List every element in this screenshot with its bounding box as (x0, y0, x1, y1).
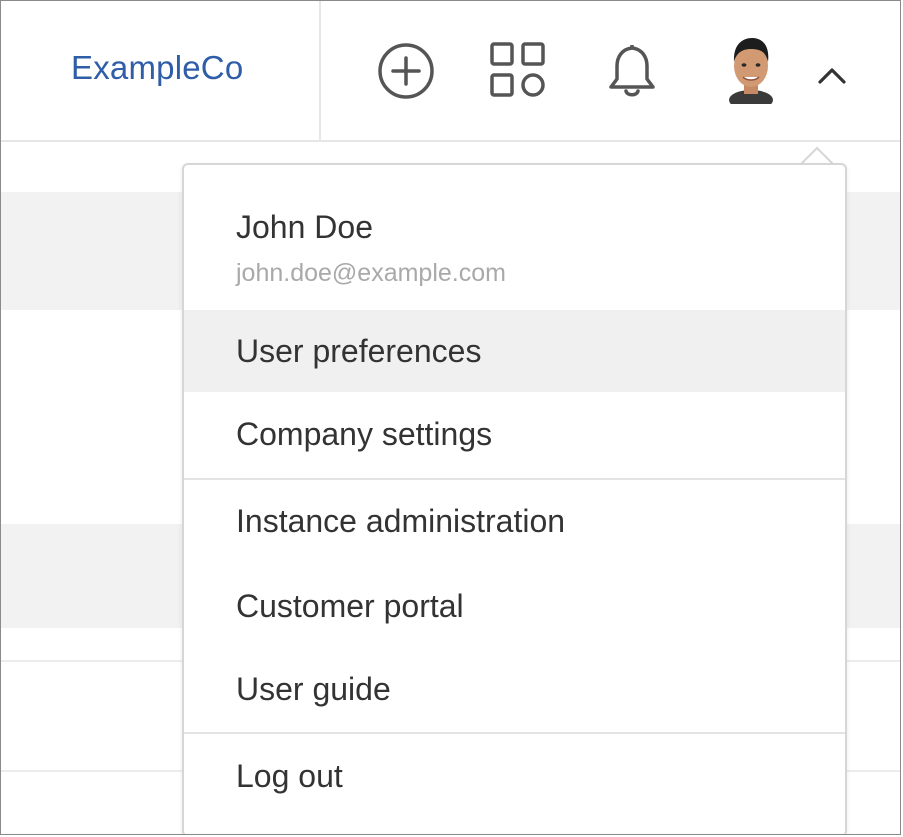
user-email: john.doe@example.com (236, 259, 506, 287)
user-dropdown-menu: John Doe john.doe@example.com User prefe… (182, 163, 847, 834)
user-menu-toggle[interactable] (811, 55, 853, 93)
plus-circle-icon (378, 43, 434, 99)
avatar-button[interactable] (723, 34, 779, 104)
user-name: John Doe (236, 209, 373, 245)
create-button[interactable] (376, 41, 436, 101)
menu-item-customer-portal[interactable]: Customer portal (184, 565, 845, 647)
notifications-button[interactable] (601, 39, 663, 101)
menu-item-user-guide[interactable]: User guide (184, 648, 845, 730)
menu-item-log-out[interactable]: Log out (184, 735, 845, 817)
brand-link[interactable]: ExampleCo (71, 49, 243, 87)
menu-item-user-preferences[interactable]: User preferences (184, 310, 845, 392)
app-grid-icon (490, 42, 545, 97)
menu-divider (184, 732, 845, 734)
menu-item-instance-administration[interactable]: Instance administration (184, 480, 845, 562)
topbar-divider (319, 1, 321, 140)
user-info: John Doe john.doe@example.com (184, 165, 845, 310)
top-navigation-bar: ExampleCo (1, 1, 900, 142)
bell-icon (609, 45, 655, 97)
menu-item-company-settings[interactable]: Company settings (184, 393, 845, 475)
apps-button[interactable] (487, 39, 549, 101)
chevron-up-icon (818, 68, 846, 84)
dropdown-pointer (799, 142, 833, 164)
app-window: ExampleCo John Doe john.doe@example.com … (0, 0, 901, 835)
user-avatar (729, 38, 773, 104)
